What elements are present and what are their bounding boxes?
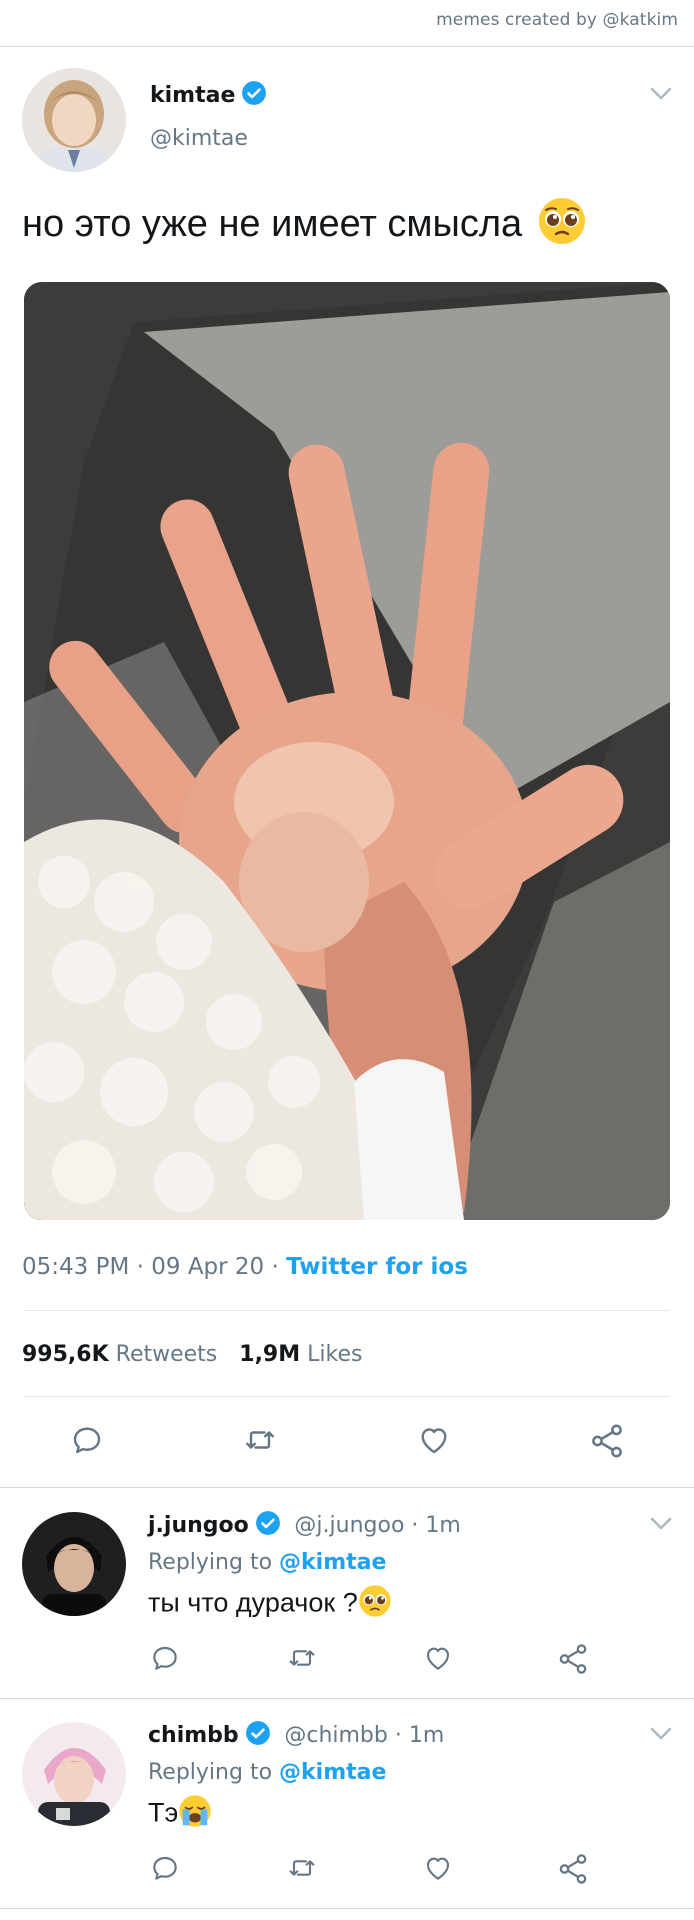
pleading-face-emoji [358, 1584, 392, 1625]
share-icon[interactable] [556, 1852, 590, 1890]
retweets-stat[interactable]: 995,6K Retweets [22, 1342, 217, 1367]
reply-author-handle[interactable]: @chimbb [284, 1723, 388, 1748]
like-icon[interactable] [420, 1642, 456, 1678]
tweet-stats: 995,6K Retweets 1,9M Likes [22, 1342, 362, 1367]
replying-to-label: Replying to [148, 1550, 273, 1575]
replying-to: Replying to @kimtae [148, 1550, 386, 1575]
divider [24, 1396, 670, 1397]
credit-text: memes created by @katkim [436, 10, 678, 30]
chevron-down-icon[interactable] [650, 1516, 672, 1535]
retweets-count: 995,6K [22, 1342, 109, 1367]
likes-count: 1,9M [239, 1342, 301, 1367]
verified-badge-icon [241, 80, 267, 112]
crying-face-emoji [178, 1794, 212, 1835]
retweet-icon[interactable] [284, 1852, 320, 1888]
reply-time: 1m [425, 1513, 461, 1538]
author-name[interactable]: kimtae [150, 80, 267, 112]
reply-text: Тэ [148, 1794, 212, 1835]
pleading-face-emoji [537, 196, 587, 256]
separator-dot: · [264, 1254, 287, 1280]
verified-badge-icon [255, 1510, 281, 1542]
separator-dot: · [129, 1254, 152, 1280]
retweet-icon[interactable] [284, 1642, 320, 1678]
divider [24, 1310, 670, 1311]
reply-author-name-text: j.jungoo [148, 1513, 249, 1538]
chevron-down-icon[interactable] [650, 86, 672, 105]
author-name-text: kimtae [150, 83, 236, 108]
retweets-label: Retweets [115, 1342, 218, 1367]
reply-author-name[interactable]: j.jungoo @j.jungoo · 1m [148, 1510, 461, 1542]
share-icon[interactable] [556, 1642, 590, 1680]
reply-text-content: Тэ [148, 1797, 179, 1828]
reply-avatar[interactable] [22, 1722, 126, 1826]
verified-badge-icon [245, 1720, 271, 1752]
chevron-down-icon[interactable] [650, 1726, 672, 1745]
likes-label: Likes [307, 1342, 363, 1367]
tweet-source[interactable]: Twitter for ios [286, 1254, 468, 1280]
tweet-date: 09 Apr 20 [151, 1254, 265, 1280]
reply-mention[interactable]: @kimtae [279, 1760, 386, 1785]
reply-avatar[interactable] [22, 1512, 126, 1616]
divider [0, 46, 694, 47]
replying-to: Replying to @kimtae [148, 1760, 386, 1785]
avatar[interactable] [22, 68, 126, 172]
share-icon[interactable] [588, 1422, 626, 1464]
tweet-meta: 05:43 PM · 09 Apr 20 · Twitter for ios [22, 1254, 468, 1280]
reply-icon[interactable] [148, 1642, 182, 1678]
reply-author-name-text: chimbb [148, 1723, 239, 1748]
reply-time: 1m [408, 1723, 445, 1748]
reply-icon[interactable] [68, 1422, 106, 1462]
retweet-icon[interactable] [240, 1422, 280, 1462]
reply-icon[interactable] [148, 1852, 182, 1888]
tweet-text: но это уже не имеет смысла [22, 196, 587, 256]
reply-author-name[interactable]: chimbb @chimbb · 1m [148, 1720, 444, 1752]
reply-text: ты что дурачок ? [148, 1584, 392, 1625]
likes-stat[interactable]: 1,9M Likes [239, 1342, 362, 1367]
tweet-photo[interactable] [24, 282, 670, 1220]
like-icon[interactable] [414, 1422, 454, 1462]
author-handle[interactable]: @kimtae [150, 126, 248, 151]
divider [0, 1698, 694, 1699]
tweet-time: 05:43 PM [22, 1254, 130, 1280]
reply-text-content: ты что дурачок ? [148, 1587, 358, 1618]
divider [0, 1908, 694, 1909]
replying-to-label: Replying to [148, 1760, 273, 1785]
tweet-text-content: но это уже не имеет смысла [22, 203, 523, 246]
divider [0, 1487, 694, 1488]
reply-mention[interactable]: @kimtae [279, 1550, 386, 1575]
like-icon[interactable] [420, 1852, 456, 1888]
reply-author-handle[interactable]: @j.jungoo [294, 1513, 404, 1538]
